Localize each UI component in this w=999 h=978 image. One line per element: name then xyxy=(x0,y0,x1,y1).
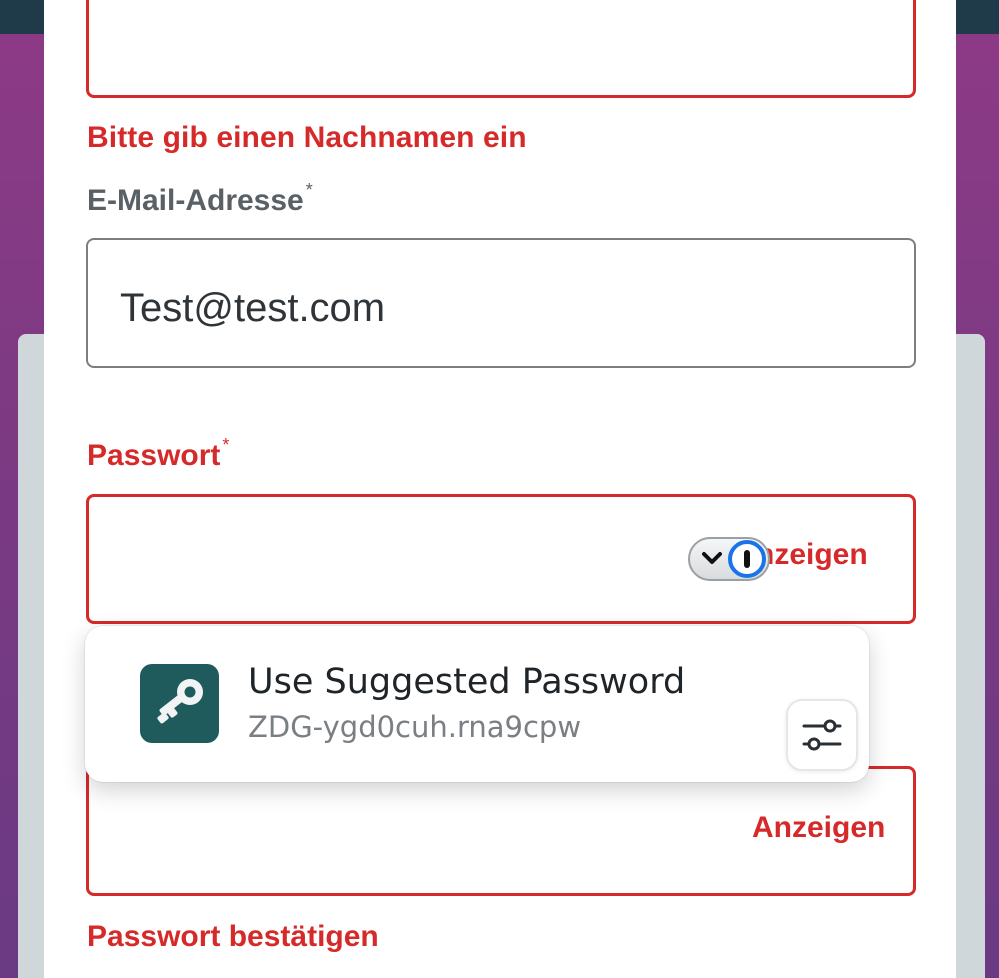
email-label-text: E-Mail-Adresse xyxy=(87,184,304,217)
password-required-mark: * xyxy=(222,435,230,455)
chevron-down-icon xyxy=(702,552,722,564)
suggested-password-value[interactable]: ZDG-ygd0cuh.rna9cpw xyxy=(248,710,581,744)
last-name-field[interactable] xyxy=(86,0,916,98)
email-value: Test@test.com xyxy=(120,286,386,330)
password-manager-logo-icon[interactable] xyxy=(728,540,766,578)
confirm-password-label: Passwort bestätigen xyxy=(87,920,379,953)
suggested-password-title[interactable]: Use Suggested Password xyxy=(248,662,685,702)
email-required-mark: * xyxy=(305,180,313,200)
password-label: Passwort * xyxy=(87,435,229,473)
email-label: E-Mail-Adresse * xyxy=(87,180,313,218)
show-password-button[interactable]: nzeigen xyxy=(756,538,868,572)
key-icon xyxy=(140,664,219,743)
show-confirm-password-button[interactable]: Anzeigen xyxy=(752,811,885,845)
sliders-icon xyxy=(802,719,842,751)
last-name-error: Bitte gib einen Nachnamen ein xyxy=(87,121,527,154)
password-label-text: Passwort xyxy=(87,439,221,472)
